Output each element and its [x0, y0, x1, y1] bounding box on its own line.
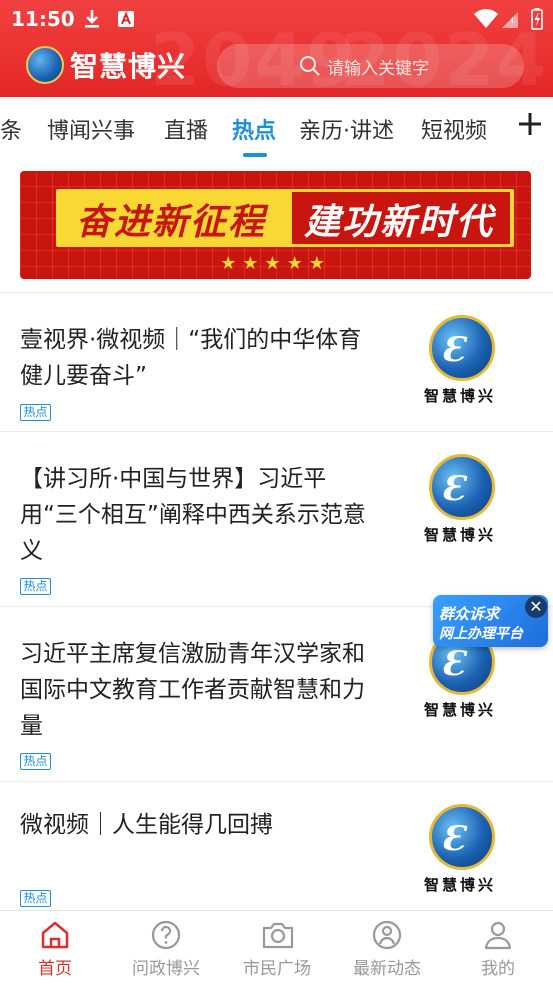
status-time: 11:50 [11, 7, 75, 31]
nav-label: 市民广场 [243, 959, 311, 979]
close-icon[interactable]: ✕ [525, 596, 547, 618]
news-item[interactable]: 【讲习所·中国与世界】习近平用“三个相互”阐释中西关系示范意义 热点 Ɛ 智慧博… [0, 432, 553, 606]
app-header: 2049 2024 11:50 智慧博兴 请输入关键字 [0, 0, 553, 97]
badge-line2: 网上办理平台 [439, 626, 523, 642]
home-icon [41, 921, 69, 949]
news-thumbnail: Ɛ 智慧博兴 [410, 315, 510, 415]
banner-stars: ★★★★★ [220, 253, 331, 274]
search-icon [299, 55, 321, 77]
app-logo: 智慧博兴 [26, 46, 187, 84]
thumbnail-caption: 智慧博兴 [423, 387, 496, 405]
question-icon [151, 920, 181, 950]
logo-text: 智慧博兴 [70, 50, 187, 83]
hot-tag: 热点 [20, 404, 51, 421]
tab-short-video[interactable]: 短视频 [421, 113, 487, 145]
tab-partial[interactable]: 条 [0, 113, 22, 145]
category-tabs: 条 博闻兴事 直播 热点 亲历·讲述 短视频 [0, 97, 553, 159]
status-bar: 11:50 [0, 0, 553, 38]
search-bar[interactable]: 请输入关键字 [217, 44, 524, 88]
active-tab-indicator [243, 153, 267, 157]
bottom-nav: 首页 问政博兴 市民广场 最新动态 我的 [0, 910, 553, 984]
download-icon [82, 8, 102, 30]
wifi-icon [474, 8, 498, 30]
thumbnail-caption: 智慧博兴 [423, 526, 496, 544]
news-title: 壹视界·微视频｜“我们的中华体育健儿要奋斗” [20, 327, 362, 389]
add-tab-icon[interactable] [517, 110, 543, 142]
nav-label: 首页 [38, 959, 72, 979]
hot-tag: 热点 [20, 890, 51, 907]
logo-emblem-icon: Ɛ [429, 804, 495, 870]
news-item[interactable]: 壹视界·微视频｜“我们的中华体育健儿要奋斗” 热点 Ɛ 智慧博兴 [0, 293, 553, 431]
nav-label: 最新动态 [353, 959, 421, 979]
nav-wenzheng[interactable]: 问政博兴 [111, 911, 221, 985]
banner-slogan-left: 奋进新征程 [76, 202, 267, 243]
nav-plaza[interactable]: 市民广场 [222, 911, 332, 985]
news-item[interactable]: 微视频｜人生能得几回搏 热点 Ɛ 智慧博兴 [0, 782, 553, 910]
tab-hot[interactable]: 热点 [232, 113, 276, 145]
thumbnail-caption: 智慧博兴 [423, 876, 496, 894]
banner-slogan-right: 建功新时代 [304, 202, 495, 243]
battery-icon [530, 8, 544, 30]
compass-icon [372, 920, 402, 950]
badge-line1: 群众诉求 [439, 605, 500, 623]
tab-live[interactable]: 直播 [164, 113, 208, 145]
news-thumbnail: Ɛ 智慧博兴 [410, 454, 510, 554]
camera-icon [262, 922, 294, 949]
tab-experience[interactable]: 亲历·讲述 [299, 113, 394, 145]
app-notification-icon [116, 8, 136, 30]
logo-emblem-icon: Ɛ [429, 315, 495, 381]
nav-label: 问政博兴 [132, 959, 200, 979]
tab-bowen-xingshi[interactable]: 博闻兴事 [47, 113, 135, 145]
news-thumbnail: Ɛ 智慧博兴 [410, 804, 510, 904]
user-icon [484, 921, 512, 950]
news-title: 微视频｜人生能得几回搏 [20, 812, 273, 838]
logo-emblem-icon: Ɛ [429, 454, 495, 520]
signal-icon [500, 8, 520, 30]
nav-news[interactable]: 最新动态 [332, 911, 442, 985]
nav-label: 我的 [481, 959, 515, 979]
nav-me[interactable]: 我的 [443, 911, 553, 985]
nav-home[interactable]: 首页 [0, 911, 110, 985]
thumbnail-caption: 智慧博兴 [423, 701, 496, 719]
search-placeholder: 请输入关键字 [327, 58, 429, 79]
news-title: 【讲习所·中国与世界】习近平用“三个相互”阐释中西关系示范意义 [20, 466, 366, 564]
logo-emblem-icon [26, 46, 64, 84]
promo-banner[interactable]: 奋进新征程 建功新时代 ★★★★★ [20, 171, 531, 279]
hot-tag: 热点 [20, 753, 51, 770]
hot-tag: 热点 [20, 578, 51, 595]
news-title: 习近平主席复信激励青年汉学家和国际中文教育工作者贡献智慧和力量 [20, 641, 365, 739]
